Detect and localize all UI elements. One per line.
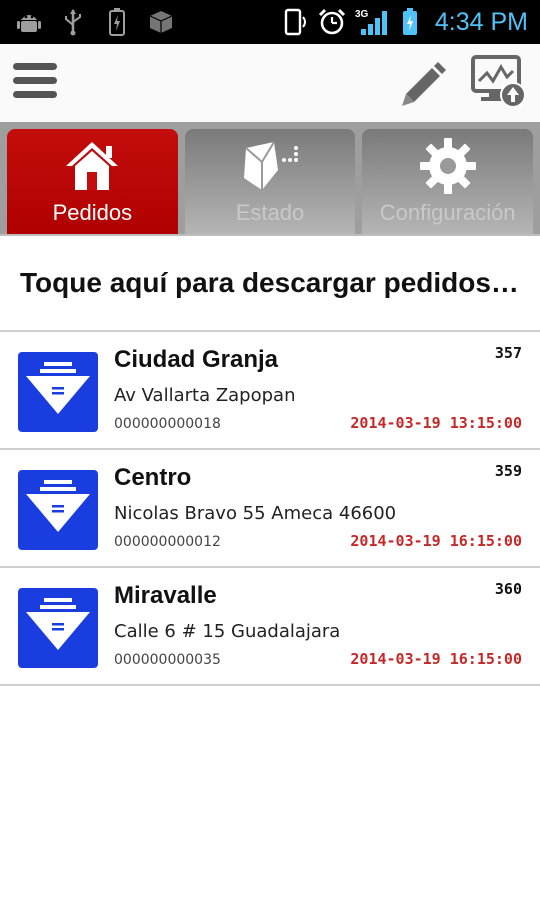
signal-icon: 3G: [355, 7, 391, 37]
battery-icon: [399, 7, 421, 37]
tab-estado-label: Estado: [235, 200, 305, 225]
tab-pedidos[interactable]: Pedidos: [7, 129, 178, 234]
order-number: 359: [494, 462, 522, 480]
order-number: 360: [494, 580, 522, 598]
battery-charging-icon: [102, 7, 132, 37]
edit-icon: [396, 54, 450, 112]
order-address: Calle 6 # 15 Guadalajara: [114, 621, 341, 642]
tab-configuracion[interactable]: Configuración: [362, 129, 534, 234]
download-order-icon: [18, 588, 98, 668]
download-order-icon: [18, 470, 98, 550]
download-order-icon: [18, 352, 98, 432]
menu-button[interactable]: [0, 44, 70, 122]
order-name: Ciudad Granja: [114, 346, 279, 373]
download-orders-label: Toque aquí para descargar pedidos…: [20, 267, 519, 298]
order-date: 2014-03-19 13:15:00: [350, 414, 522, 432]
order-number: 357: [494, 344, 522, 362]
order-name: Miravalle: [114, 582, 217, 609]
list-item[interactable]: Ciudad Granja 357 Av Vallarta Zapopan 00…: [0, 332, 540, 450]
order-code: 000000000018: [114, 416, 221, 432]
tab-configuracion-label: Configuración: [379, 200, 516, 225]
phone-orientation-icon: [279, 7, 309, 37]
download-orders-prompt[interactable]: Toque aquí para descargar pedidos…: [0, 236, 540, 332]
menu-icon: [11, 59, 59, 107]
edit-button[interactable]: [392, 52, 454, 114]
status-time: 4:34 PM: [434, 7, 528, 36]
home-icon: [62, 134, 122, 198]
list-item[interactable]: Centro 359 Nicolas Bravo 55 Ameca 46600 …: [0, 450, 540, 568]
gear-icon: [418, 134, 478, 198]
network-type-label: 3G: [355, 9, 369, 20]
sync-button[interactable]: [468, 52, 530, 114]
box-status-icon: [238, 134, 302, 198]
android-debug-icon: [14, 7, 44, 37]
package-icon: [146, 7, 176, 37]
order-list: Ciudad Granja 357 Av Vallarta Zapopan 00…: [0, 332, 540, 686]
order-address: Nicolas Bravo 55 Ameca 46600: [114, 503, 397, 524]
tab-estado[interactable]: Estado: [184, 129, 356, 234]
order-name: Centro: [114, 464, 192, 491]
order-address: Av Vallarta Zapopan: [114, 385, 296, 406]
order-code: 000000000035: [114, 652, 221, 668]
usb-icon: [58, 7, 88, 37]
action-bar: [0, 44, 540, 122]
alarm-icon: [317, 7, 347, 37]
tab-bar: Pedidos Estado Configuración: [0, 122, 540, 236]
list-item[interactable]: Miravalle 360 Calle 6 # 15 Guadalajara 0…: [0, 568, 540, 686]
order-code: 000000000012: [114, 534, 221, 550]
order-date: 2014-03-19 16:15:00: [350, 532, 522, 550]
order-date: 2014-03-19 16:15:00: [350, 650, 522, 668]
sync-monitor-icon: [469, 51, 529, 115]
status-bar: 3G 4:34 PM: [0, 0, 540, 44]
tab-pedidos-label: Pedidos: [52, 200, 133, 225]
